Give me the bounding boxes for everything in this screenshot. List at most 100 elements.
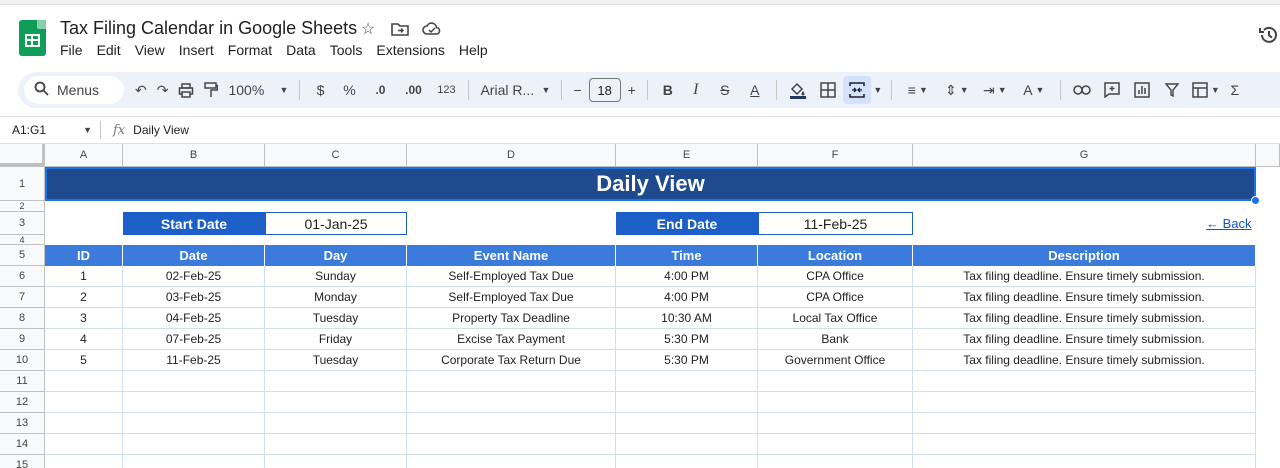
menu-data[interactable]: Data [286, 42, 322, 58]
empty-cell[interactable] [758, 413, 913, 434]
cell-location[interactable]: Bank [758, 329, 913, 350]
row-header-9[interactable]: 9 [0, 329, 45, 350]
menu-edit[interactable]: Edit [97, 42, 127, 58]
cell-date[interactable]: 04-Feb-25 [123, 308, 265, 329]
cell-time[interactable]: 10:30 AM [616, 308, 758, 329]
row-header-7[interactable]: 7 [0, 287, 45, 308]
empty-cell[interactable] [45, 434, 123, 455]
select-all-corner[interactable] [0, 144, 46, 167]
empty-cell[interactable] [265, 413, 407, 434]
text-wrapping-icon[interactable]: ⇥ ▼ [976, 76, 1014, 104]
empty-cell[interactable] [616, 413, 758, 434]
insert-comment-icon[interactable] [1097, 76, 1127, 104]
functions-icon[interactable]: Σ [1225, 76, 1245, 104]
cell-day[interactable]: Friday [265, 329, 407, 350]
decrease-decimal-button[interactable]: .0 [364, 76, 396, 104]
column-header-g[interactable]: G [913, 144, 1256, 167]
menu-insert[interactable]: Insert [179, 42, 220, 58]
empty-cell[interactable] [123, 455, 265, 468]
row-header-14[interactable]: 14 [0, 434, 45, 455]
horizontal-align-icon[interactable]: ≡ ▼ [898, 76, 938, 104]
row-header-1[interactable]: 1 [0, 167, 45, 201]
cell-time[interactable]: 5:30 PM [616, 350, 758, 371]
filter-icon[interactable] [1157, 76, 1187, 104]
empty-cell[interactable] [45, 413, 123, 434]
menu-format[interactable]: Format [228, 42, 278, 58]
cell-id[interactable]: 3 [45, 308, 123, 329]
empty-cell[interactable] [265, 455, 407, 468]
empty-cell[interactable] [758, 371, 913, 392]
empty-cell[interactable] [123, 392, 265, 413]
empty-cell[interactable] [913, 413, 1256, 434]
zoom-select[interactable]: 100% ▼ [223, 76, 293, 104]
empty-cell[interactable] [407, 371, 616, 392]
cell-event-name[interactable]: Excise Tax Payment [407, 329, 616, 350]
increase-decimal-button[interactable]: .00 [396, 76, 430, 104]
empty-cell[interactable] [123, 371, 265, 392]
cell-time[interactable]: 5:30 PM [616, 329, 758, 350]
cell-event-name[interactable]: Self-Employed Tax Due [407, 287, 616, 308]
borders-icon[interactable] [813, 76, 843, 104]
currency-button[interactable]: $ [306, 76, 334, 104]
move-folder-icon[interactable] [390, 19, 410, 39]
empty-cell[interactable] [616, 371, 758, 392]
column-header-e[interactable]: E [616, 144, 758, 167]
back-link[interactable]: ← Back [1206, 216, 1252, 231]
row-header-5[interactable]: 5 [0, 245, 45, 266]
insert-chart-icon[interactable] [1127, 76, 1157, 104]
column-header-f[interactable]: F [758, 144, 913, 167]
spreadsheet-grid[interactable]: A B C D E F G 1 2 3 4 5 6 7 8 9 10 11 12 13 14 15 Daily View St… [0, 144, 1280, 468]
cell-id[interactable]: 5 [45, 350, 123, 371]
paint-format-icon[interactable] [199, 76, 223, 104]
formula-input[interactable]: Daily View [133, 123, 189, 137]
cell-event-name[interactable]: Self-Employed Tax Due [407, 266, 616, 287]
bold-icon[interactable]: B [654, 76, 682, 104]
cell-description[interactable]: Tax filing deadline. Ensure timely submi… [913, 287, 1256, 308]
cell-location[interactable]: Local Tax Office [758, 308, 913, 329]
cell-location[interactable]: CPA Office [758, 287, 913, 308]
empty-cell[interactable] [265, 434, 407, 455]
chevron-down-icon[interactable]: ▼ [871, 76, 885, 104]
strikethrough-icon[interactable]: S [710, 76, 740, 104]
sheets-logo-icon[interactable] [19, 20, 46, 56]
cell-day[interactable]: Sunday [265, 266, 407, 287]
empty-cell[interactable] [913, 371, 1256, 392]
selection-fill-handle[interactable] [1251, 196, 1260, 205]
cell-id[interactable]: 1 [45, 266, 123, 287]
row-header-13[interactable]: 13 [0, 413, 45, 434]
row-header-2[interactable]: 2 [0, 201, 45, 212]
cell-location[interactable]: CPA Office [758, 266, 913, 287]
font-size-input[interactable]: 18 [588, 78, 621, 102]
cell-date[interactable]: 11-Feb-25 [123, 350, 265, 371]
cell-time[interactable]: 4:00 PM [616, 266, 758, 287]
empty-cell[interactable] [123, 413, 265, 434]
empty-cell[interactable] [45, 455, 123, 468]
italic-icon[interactable]: I [682, 76, 710, 104]
cell-description[interactable]: Tax filing deadline. Ensure timely submi… [913, 329, 1256, 350]
row-header-6[interactable]: 6 [0, 266, 45, 287]
row-header-15[interactable]: 15 [0, 455, 45, 468]
empty-cell[interactable] [45, 371, 123, 392]
row-header-8[interactable]: 8 [0, 308, 45, 329]
cell-event-name[interactable]: Property Tax Deadline [407, 308, 616, 329]
name-box[interactable]: A1:G1 ▼ [0, 123, 100, 137]
menu-file[interactable]: File [60, 42, 89, 58]
undo-icon[interactable]: ↶ [130, 76, 152, 104]
cell-description[interactable]: Tax filing deadline. Ensure timely submi… [913, 266, 1256, 287]
row-header-3[interactable]: 3 [0, 212, 45, 235]
empty-cell[interactable] [616, 434, 758, 455]
vertical-align-icon[interactable]: ⇕ ▼ [938, 76, 976, 104]
column-header-b[interactable]: B [123, 144, 265, 167]
cell-description[interactable]: Tax filing deadline. Ensure timely submi… [913, 308, 1256, 329]
text-rotation-icon[interactable]: A ▼ [1014, 76, 1054, 104]
cell-date[interactable]: 02-Feb-25 [123, 266, 265, 287]
cell-date[interactable]: 03-Feb-25 [123, 287, 265, 308]
font-size-control[interactable]: 18 [587, 76, 623, 104]
row-header-11[interactable]: 11 [0, 371, 45, 392]
empty-cell[interactable] [913, 434, 1256, 455]
print-icon[interactable] [173, 76, 199, 104]
version-history-icon[interactable] [1258, 24, 1280, 48]
cell-date[interactable]: 07-Feb-25 [123, 329, 265, 350]
row-header-4[interactable]: 4 [0, 235, 45, 245]
redo-icon[interactable]: ↷ [152, 76, 174, 104]
